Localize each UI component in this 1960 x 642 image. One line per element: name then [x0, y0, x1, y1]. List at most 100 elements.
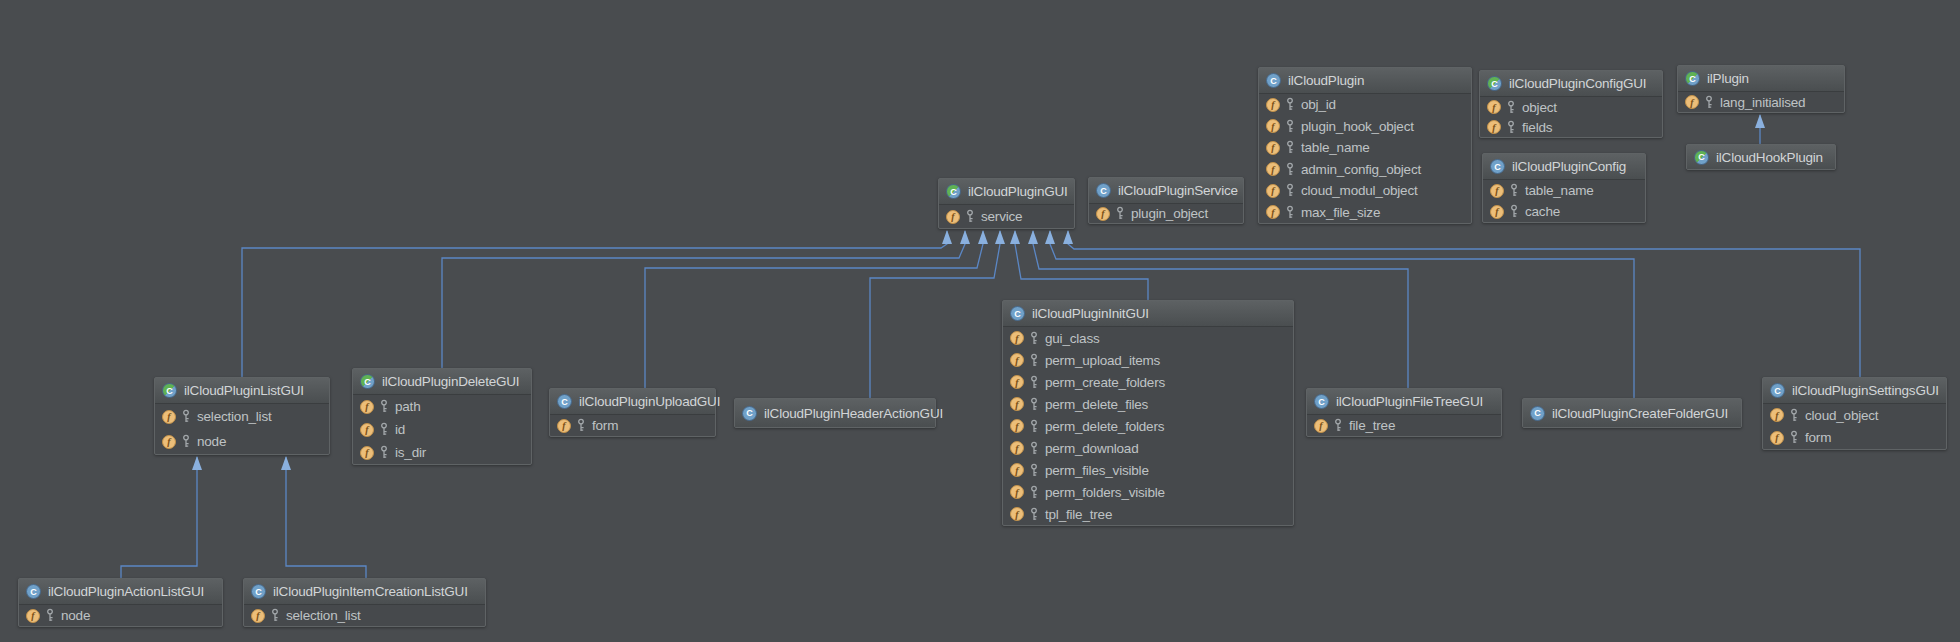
class-header[interactable]: CilCloudPluginConfigGUI: [1480, 71, 1662, 97]
class-header[interactable]: CilCloudPluginInitGUI: [1003, 301, 1293, 327]
field-row[interactable]: fperm_upload_items: [1003, 349, 1293, 371]
class-header[interactable]: CilCloudPluginService: [1089, 178, 1243, 204]
key-icon: [271, 608, 280, 623]
field-row[interactable]: fmax_file_size: [1259, 202, 1471, 224]
field-row[interactable]: fpath: [353, 395, 531, 418]
field-name: perm_delete_files: [1045, 397, 1148, 412]
class-name: ilCloudPluginSettingsGUI: [1792, 383, 1939, 398]
class-box-ilPlugin[interactable]: CilPluginflang_initialised: [1677, 65, 1845, 113]
class-name: ilCloudPluginConfigGUI: [1509, 76, 1646, 91]
field-row[interactable]: fid: [353, 418, 531, 441]
class-box-ilCloudPluginHeaderActionGUI[interactable]: CilCloudPluginHeaderActionGUI: [734, 398, 936, 428]
class-header[interactable]: CilCloudPluginListGUI: [155, 378, 329, 404]
class-header[interactable]: CilCloudPluginActionListGUI: [19, 579, 222, 605]
class-box-ilCloudPluginGUI[interactable]: CilCloudPluginGUIfservice: [938, 178, 1075, 229]
class-header[interactable]: CilCloudPluginSettingsGUI: [1763, 378, 1946, 404]
field-name: selection_list: [286, 608, 361, 623]
field-row[interactable]: fadmin_config_object: [1259, 159, 1471, 181]
key-icon: [1030, 485, 1039, 500]
field-icon: f: [1266, 184, 1280, 198]
field-row[interactable]: fperm_delete_files: [1003, 393, 1293, 415]
class-box-ilCloudPluginService[interactable]: CilCloudPluginServicefplugin_object: [1088, 177, 1244, 224]
class-icon: C: [1266, 73, 1281, 88]
field-row[interactable]: flang_initialised: [1678, 92, 1844, 112]
field-name: file_tree: [1349, 418, 1395, 433]
class-name: ilCloudPlugin: [1288, 73, 1364, 88]
field-row[interactable]: f file_tree: [1307, 415, 1501, 436]
field-name: perm_folders_visible: [1045, 485, 1165, 500]
field-row[interactable]: fnode: [155, 429, 329, 454]
class-header[interactable]: CilCloudPluginConfig: [1483, 154, 1645, 180]
field-row[interactable]: fperm_create_folders: [1003, 371, 1293, 393]
field-row[interactable]: ffields: [1480, 117, 1662, 137]
field-row[interactable]: fform: [1763, 427, 1946, 450]
field-row[interactable]: fcache: [1483, 201, 1645, 222]
class-header[interactable]: CilPlugin: [1678, 66, 1844, 92]
class-icon: C: [946, 184, 961, 199]
field-icon: f: [1266, 119, 1280, 133]
field-icon: f: [1487, 120, 1501, 134]
field-icon: f: [1487, 100, 1501, 114]
class-box-ilCloudPluginListGUI[interactable]: CilCloudPluginListGUI f selection_listfnod…: [154, 377, 330, 455]
edge-ilCloudPluginListGUI-to-ilCloudPluginGUI: [242, 231, 947, 377]
field-name: selection_list: [197, 409, 272, 424]
field-row[interactable]: fperm_files_visible: [1003, 459, 1293, 481]
field-row[interactable]: fperm_delete_folders: [1003, 415, 1293, 437]
field-row[interactable]: fform: [550, 415, 715, 436]
field-icon: f: [1770, 431, 1784, 445]
class-header[interactable]: CilCloudPluginItemCreationListGUI: [244, 579, 485, 605]
class-header[interactable]: CilCloudPluginFileTreeGUI: [1307, 389, 1501, 415]
class-box-ilCloudPluginDeleteGUI[interactable]: CilCloudPluginDeleteGUIfpathfidfis_dir: [352, 368, 532, 465]
class-icon: C: [1314, 394, 1329, 409]
field-row[interactable]: fcloud_object: [1763, 404, 1946, 427]
field-row[interactable]: fgui_class: [1003, 327, 1293, 349]
field-name: perm_delete_folders: [1045, 419, 1164, 434]
uml-diagram-canvas[interactable]: CilCloudPluginGUIfserviceCilCloudPluginS…: [0, 0, 1960, 642]
field-icon: f: [557, 419, 571, 433]
class-box-ilCloudPluginConfig[interactable]: CilCloudPluginConfigftable_namefcache: [1482, 153, 1646, 223]
class-box-ilCloudPluginItemCreationListGUI[interactable]: CilCloudPluginItemCreationListGUIfselect…: [243, 578, 486, 627]
class-box-ilCloudHookPlugin[interactable]: CilCloudHookPlugin: [1686, 144, 1836, 170]
class-icon: C: [26, 584, 41, 599]
field-row[interactable]: fperm_download: [1003, 437, 1293, 459]
field-icon: f: [1314, 419, 1328, 433]
field-icon: f: [1685, 95, 1699, 109]
field-name: cache: [1525, 204, 1560, 219]
field-icon: f: [360, 423, 374, 437]
field-icon: f: [162, 410, 176, 424]
field-row[interactable]: fservice: [939, 205, 1074, 228]
field-row[interactable]: fobject: [1480, 97, 1662, 117]
field-row[interactable]: fobj_id: [1259, 94, 1471, 116]
field-row[interactable]: fnode: [19, 605, 222, 626]
field-row[interactable]: ftpl_file_tree: [1003, 503, 1293, 525]
field-row[interactable]: f selection_list: [155, 404, 329, 429]
field-name: perm_files_visible: [1045, 463, 1149, 478]
field-row[interactable]: fcloud_modul_object: [1259, 180, 1471, 202]
class-box-ilCloudPlugin[interactable]: CilCloudPluginfobj_idfplugin_hook_object…: [1258, 67, 1472, 224]
field-name: plugin_hook_object: [1301, 119, 1414, 134]
class-header[interactable]: CilCloudHookPlugin: [1687, 145, 1835, 169]
field-name: plugin_object: [1131, 206, 1208, 221]
class-header[interactable]: CilCloudPlugin: [1259, 68, 1471, 94]
edge-ilCloudPluginItemCreationListGUI-to-ilCloudPluginListGUI: [286, 457, 366, 578]
field-row[interactable]: fperm_folders_visible: [1003, 481, 1293, 503]
class-box-ilCloudPluginActionListGUI[interactable]: CilCloudPluginActionListGUIfnode: [18, 578, 223, 627]
field-row[interactable]: ftable_name: [1483, 180, 1645, 201]
class-header[interactable]: CilCloudPluginDeleteGUI: [353, 369, 531, 395]
class-box-ilCloudPluginFileTreeGUI[interactable]: CilCloudPluginFileTreeGUI f file_tree: [1306, 388, 1502, 437]
class-header[interactable]: CilCloudPluginUploadGUI: [550, 389, 715, 415]
class-box-ilCloudPluginSettingsGUI[interactable]: CilCloudPluginSettingsGUIfcloud_objectff…: [1762, 377, 1947, 450]
class-box-ilCloudPluginConfigGUI[interactable]: CilCloudPluginConfigGUIfobjectffields: [1479, 70, 1663, 138]
class-box-ilCloudPluginInitGUI[interactable]: CilCloudPluginInitGUIfgui_classfperm_upl…: [1002, 300, 1294, 526]
key-icon: [1030, 419, 1039, 434]
field-row[interactable]: fplugin_object: [1089, 204, 1243, 223]
field-row[interactable]: fis_dir: [353, 441, 531, 464]
class-box-ilCloudPluginUploadGUI[interactable]: CilCloudPluginUploadGUIfform: [549, 388, 716, 437]
field-row[interactable]: f plugin_hook_object: [1259, 116, 1471, 138]
class-box-ilCloudPluginCreateFolderGUI[interactable]: CilCloudPluginCreateFolderGUI: [1522, 398, 1742, 428]
class-header[interactable]: CilCloudPluginCreateFolderGUI: [1523, 399, 1741, 427]
class-header[interactable]: CilCloudPluginHeaderActionGUI: [735, 399, 935, 427]
field-row[interactable]: ftable_name: [1259, 137, 1471, 159]
field-row[interactable]: fselection_list: [244, 605, 485, 626]
class-header[interactable]: CilCloudPluginGUI: [939, 179, 1074, 205]
